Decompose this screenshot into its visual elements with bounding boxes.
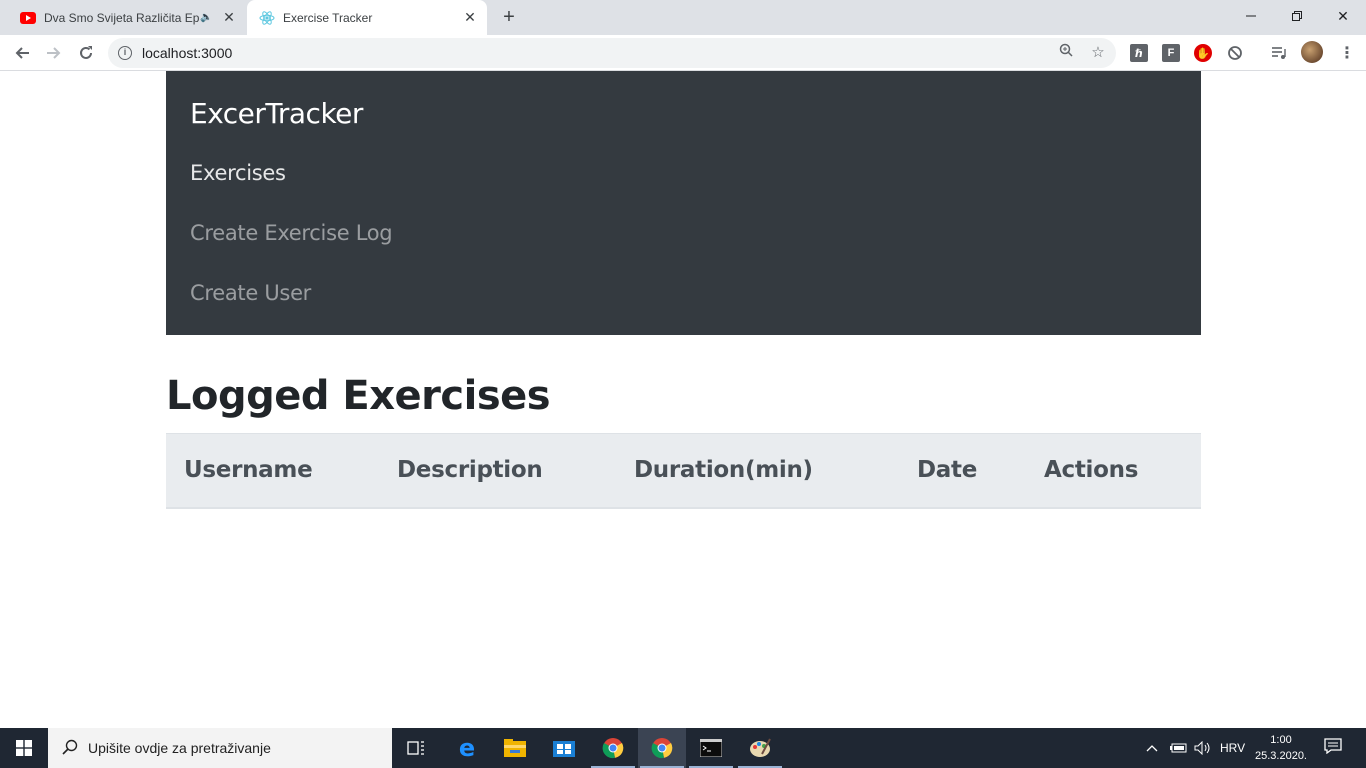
- battery-icon[interactable]: [1170, 728, 1188, 768]
- speaker-icon[interactable]: 🔈: [200, 12, 214, 23]
- taskbar-search-box[interactable]: Upišite ovdje za pretraživanje: [48, 728, 392, 768]
- browser-tab-strip: Dva Smo Svijeta Različita Ep 🔈 ✕ Exercis…: [0, 0, 1366, 35]
- column-header-duration: Duration(min): [634, 457, 813, 483]
- tray-overflow-icon[interactable]: [1146, 728, 1158, 768]
- extension-f-icon[interactable]: F: [1162, 44, 1180, 62]
- nav-create-exercise-log[interactable]: Create Exercise Log: [190, 221, 393, 245]
- close-tab-icon[interactable]: ✕: [461, 9, 479, 27]
- paint-icon[interactable]: [736, 728, 784, 768]
- windows-start-icon[interactable]: [0, 728, 48, 768]
- reload-icon[interactable]: [72, 39, 100, 67]
- clock-date: 25.3.2020.: [1255, 750, 1307, 762]
- search-placeholder: Upišite ovdje za pretraživanje: [88, 740, 271, 756]
- clock-time: 1:00: [1270, 734, 1292, 746]
- new-tab-button[interactable]: +: [498, 6, 520, 28]
- tab-exercise-tracker[interactable]: Exercise Tracker ✕: [247, 0, 487, 35]
- page-content: ExcerTracker Exercises Create Exercise L…: [0, 71, 1366, 728]
- zoom-icon[interactable]: [1056, 43, 1076, 63]
- restore-icon[interactable]: [1274, 0, 1320, 32]
- nav-create-user[interactable]: Create User: [190, 281, 311, 305]
- column-header-username: Username: [184, 457, 313, 483]
- info-icon[interactable]: i: [118, 46, 132, 60]
- notification-center-icon[interactable]: [1322, 738, 1344, 758]
- address-bar[interactable]: i localhost:3000 ☆: [108, 38, 1116, 68]
- chrome-icon[interactable]: [589, 728, 637, 768]
- column-header-actions: Actions: [1044, 457, 1139, 483]
- media-control-icon[interactable]: [1270, 44, 1288, 62]
- file-explorer-icon[interactable]: [491, 728, 539, 768]
- close-window-icon[interactable]: ✕: [1320, 0, 1366, 32]
- url-text[interactable]: localhost:3000: [142, 45, 232, 61]
- keyboard-language[interactable]: HRV: [1220, 728, 1245, 768]
- column-header-date: Date: [917, 457, 978, 483]
- edge-icon[interactable]: e: [443, 728, 491, 768]
- brand-link[interactable]: ExcerTracker: [190, 97, 363, 130]
- windows-taskbar: Upišite ovdje za pretraživanje e HRV 1:0…: [0, 728, 1366, 768]
- adblock-icon[interactable]: ✋: [1194, 44, 1212, 62]
- close-tab-icon[interactable]: ✕: [220, 9, 238, 27]
- volume-icon[interactable]: [1194, 728, 1212, 768]
- block-icon[interactable]: [1226, 44, 1244, 62]
- tab-title: Exercise Tracker: [283, 10, 373, 25]
- system-clock[interactable]: 1:00 25.3.2020.: [1250, 732, 1312, 764]
- react-icon: [259, 10, 275, 26]
- browser-toolbar: i localhost:3000 ☆ ℏ F ✋ ⋮: [0, 35, 1366, 71]
- tab-title: Dva Smo Svijeta Različita Ep: [44, 10, 200, 25]
- menu-icon[interactable]: ⋮: [1338, 44, 1356, 62]
- minimize-icon[interactable]: [1228, 0, 1274, 32]
- column-header-description: Description: [397, 457, 543, 483]
- profile-avatar[interactable]: [1301, 41, 1323, 63]
- chrome-active-icon[interactable]: [638, 728, 686, 768]
- app-navbar: ExcerTracker Exercises Create Exercise L…: [166, 71, 1201, 335]
- back-icon[interactable]: [8, 39, 36, 67]
- task-view-icon[interactable]: [392, 728, 440, 768]
- nav-exercises[interactable]: Exercises: [190, 161, 286, 185]
- tab-youtube[interactable]: Dva Smo Svijeta Različita Ep 🔈 ✕: [8, 0, 246, 35]
- terminal-icon[interactable]: [687, 728, 735, 768]
- page-title: Logged Exercises: [166, 373, 551, 419]
- search-icon: [62, 739, 78, 760]
- store-icon[interactable]: [540, 728, 588, 768]
- forward-icon[interactable]: [40, 39, 68, 67]
- youtube-icon: [20, 10, 36, 26]
- bookmark-star-icon[interactable]: ☆: [1088, 43, 1108, 63]
- exercises-table-header: Username Description Duration(min) Date …: [166, 433, 1201, 509]
- extension-fh-icon[interactable]: ℏ: [1130, 44, 1148, 62]
